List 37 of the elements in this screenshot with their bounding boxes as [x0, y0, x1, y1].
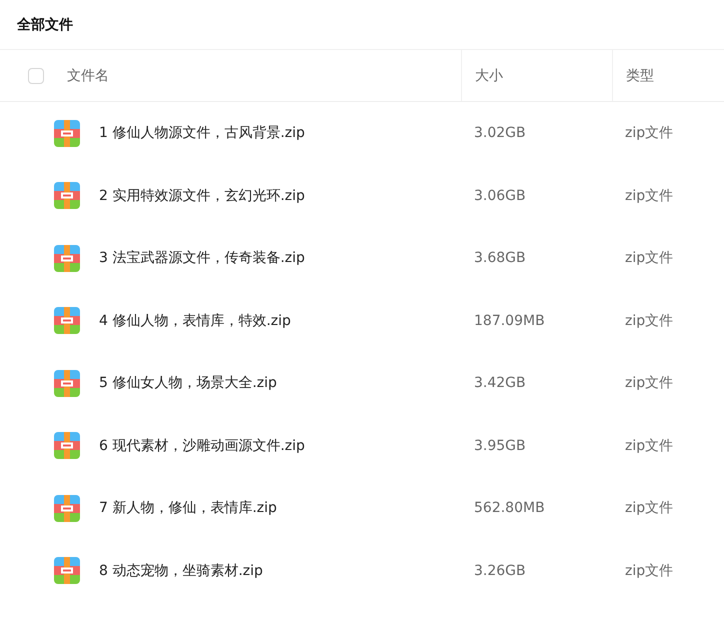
file-name[interactable]: 2 实用特效源文件，玄幻光环.zip [99, 186, 305, 205]
file-type: zip文件 [625, 186, 674, 205]
file-name[interactable]: 7 新人物，修仙，表情库.zip [99, 499, 277, 518]
archive-icon [54, 182, 80, 210]
file-type: zip文件 [625, 499, 674, 518]
file-type: zip文件 [625, 312, 674, 330]
archive-icon [54, 432, 80, 460]
file-name[interactable]: 5 修仙女人物，场景大全.zip [99, 374, 277, 392]
file-name[interactable]: 8 动态宠物，坐骑素材.zip [99, 562, 263, 580]
file-size: 3.06GB [474, 188, 526, 204]
page-title: 全部文件 [17, 16, 73, 34]
file-size: 3.02GB [474, 125, 526, 142]
file-name[interactable]: 3 法宝武器源文件，传奇装备.zip [99, 249, 305, 268]
select-all-checkbox[interactable] [28, 68, 44, 84]
file-size: 562.80MB [474, 500, 545, 516]
file-size: 187.09MB [474, 312, 545, 329]
file-size: 3.95GB [474, 438, 526, 454]
file-type: zip文件 [625, 562, 674, 580]
file-name[interactable]: 1 修仙人物源文件，古风背景.zip [99, 124, 305, 142]
archive-icon [54, 307, 80, 334]
file-name[interactable]: 4 修仙人物，表情库，特效.zip [99, 312, 291, 330]
file-type: zip文件 [625, 374, 674, 392]
file-type: zip文件 [625, 436, 674, 455]
archive-icon [54, 120, 80, 147]
column-header[interactable]: 大小 [475, 66, 503, 84]
file-size: 3.68GB [474, 250, 526, 266]
archive-icon [54, 370, 80, 397]
column-header[interactable]: 文件名 [67, 66, 109, 84]
file-type: zip文件 [625, 124, 674, 142]
file-size: 3.26GB [474, 562, 526, 579]
file-type: zip文件 [625, 249, 674, 268]
archive-icon [54, 557, 80, 584]
archive-icon [54, 494, 80, 522]
file-name[interactable]: 6 现代素材，沙雕动画源文件.zip [99, 436, 305, 455]
archive-icon [54, 244, 80, 272]
file-size: 3.42GB [474, 375, 526, 392]
column-header[interactable]: 类型 [626, 66, 654, 84]
